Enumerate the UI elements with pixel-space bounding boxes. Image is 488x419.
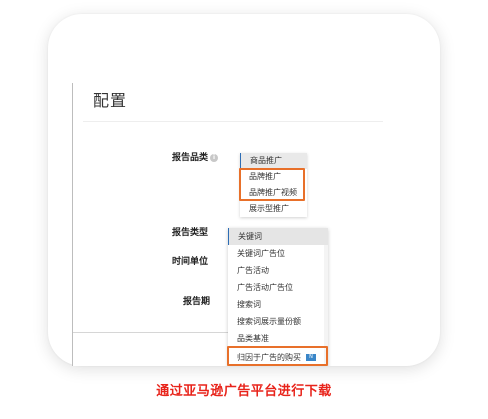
config-panel: 配置 报告品类 i 商品推广 品牌推广 品牌推广视频 展示型推广 报告类型 时间单… bbox=[72, 83, 383, 366]
report-category-label-text: 报告品类 bbox=[172, 153, 209, 163]
type-option-search-term-impression-share[interactable]: 搜索词展示量份额 bbox=[228, 313, 328, 330]
title-divider bbox=[83, 121, 383, 122]
type-highlight-box bbox=[227, 346, 328, 366]
report-period-label: 报告期 bbox=[183, 297, 211, 307]
category-option-sponsored-products[interactable]: 商品推广 bbox=[240, 153, 307, 169]
type-option-campaign-placement[interactable]: 广告活动广告位 bbox=[228, 279, 328, 296]
category-highlight-box bbox=[239, 168, 305, 201]
type-option-search-term[interactable]: 搜索词 bbox=[228, 296, 328, 313]
report-type-label: 报告类型 bbox=[172, 228, 209, 238]
type-option-campaign[interactable]: 广告活动 bbox=[228, 262, 328, 279]
form-divider bbox=[73, 332, 228, 333]
type-option-category-benchmark[interactable]: 品类基准 bbox=[228, 330, 328, 347]
time-unit-label: 时间单位 bbox=[172, 257, 209, 267]
type-option-keyword[interactable]: 关键词 bbox=[228, 228, 328, 245]
caption-text: 通过亚马逊广告平台进行下载 bbox=[156, 384, 332, 399]
info-icon[interactable]: i bbox=[210, 153, 219, 162]
report-category-label: 报告品类 i bbox=[172, 150, 219, 163]
type-option-keyword-placement[interactable]: 关键词广告位 bbox=[228, 245, 328, 262]
page-title: 配置 bbox=[93, 91, 128, 110]
category-option-sponsored-display[interactable]: 展示型推广 bbox=[240, 201, 307, 217]
